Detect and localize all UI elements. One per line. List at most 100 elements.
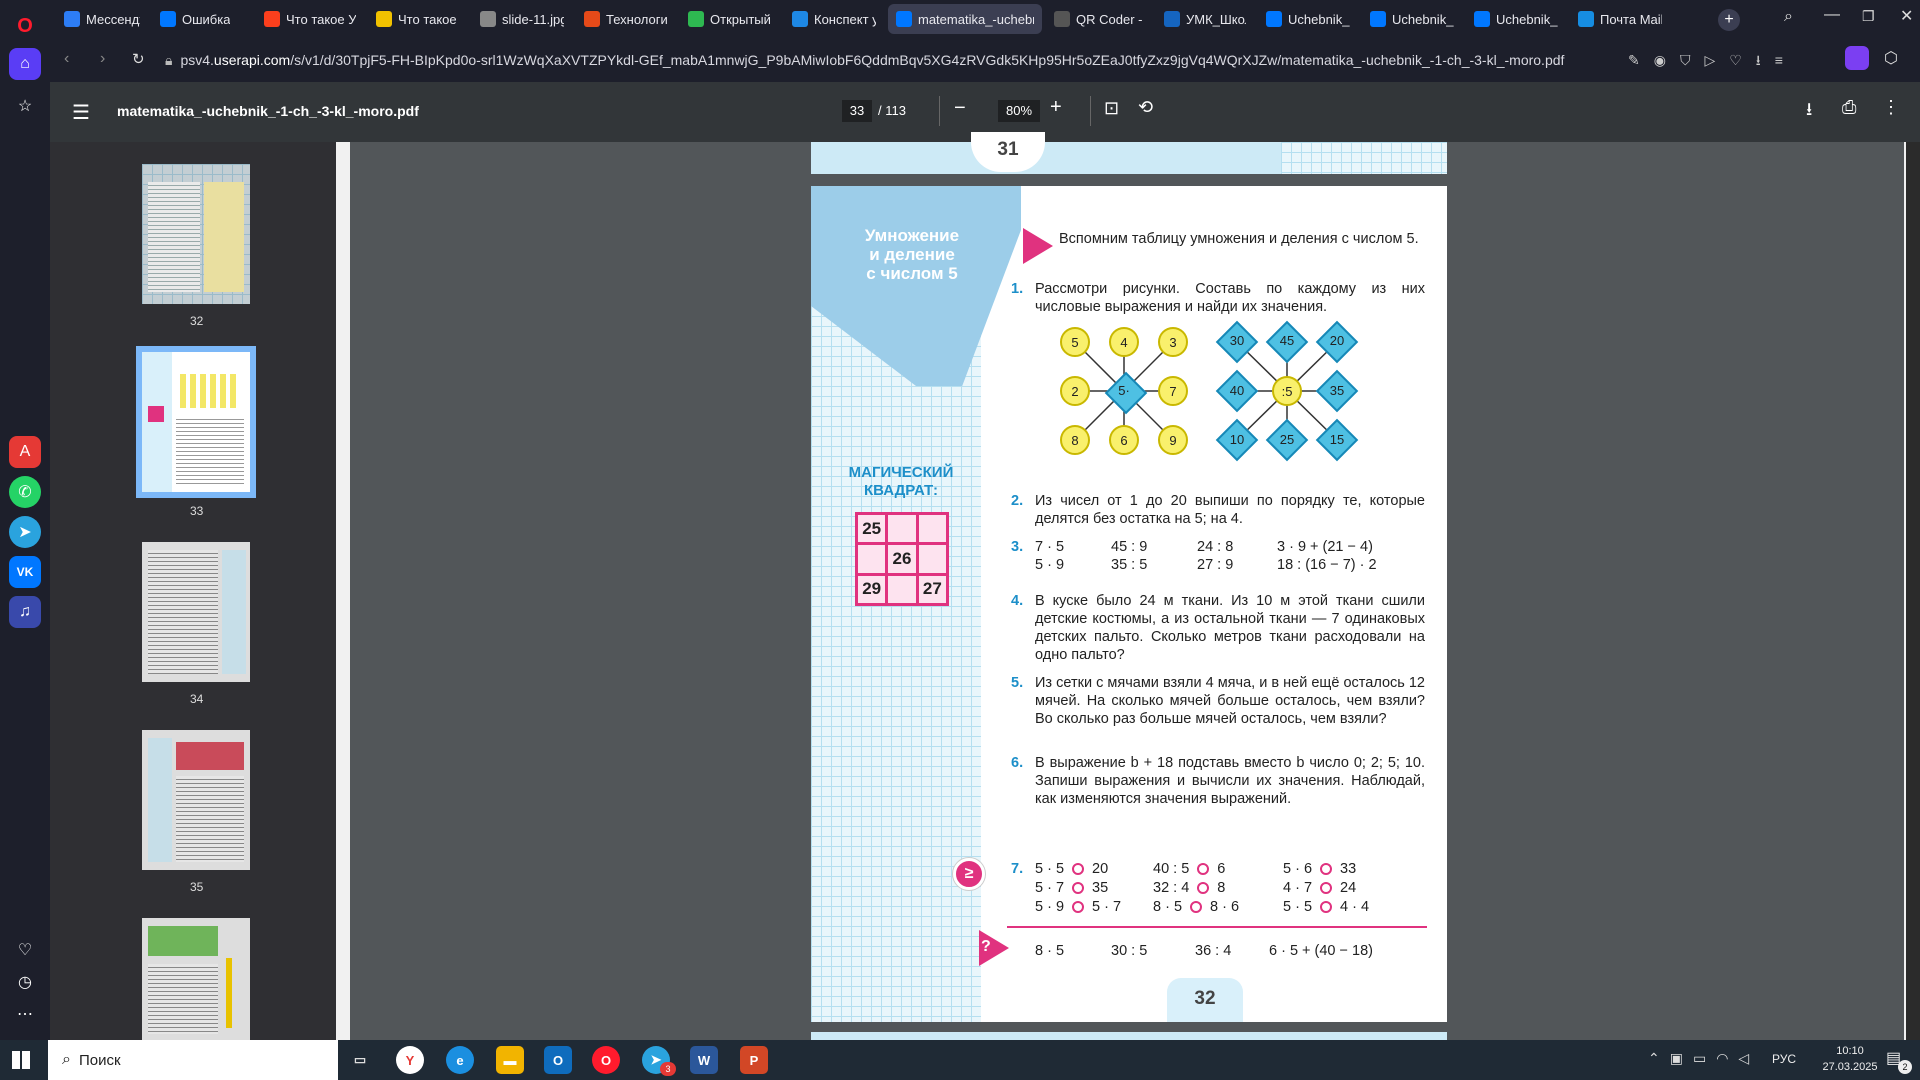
telegram-icon[interactable]: ➤ bbox=[9, 516, 41, 548]
outlook-icon[interactable]: O bbox=[544, 1046, 572, 1074]
url-prefix: psv4. bbox=[180, 52, 214, 68]
whatsapp-icon[interactable]: ✆ bbox=[9, 476, 41, 508]
task-number: 6. bbox=[1011, 755, 1024, 771]
rotate-icon[interactable]: ⟲ bbox=[1138, 97, 1153, 118]
close-window-button[interactable]: ✕ bbox=[1900, 6, 1913, 26]
thumbnail-page-32[interactable] bbox=[142, 164, 250, 304]
minimize-button[interactable]: — bbox=[1824, 6, 1840, 24]
zoom-out-button[interactable]: − bbox=[954, 97, 966, 120]
opera-logo-icon[interactable]: O bbox=[9, 10, 41, 42]
task-view-icon[interactable]: ▭ bbox=[346, 1046, 374, 1074]
shield-icon[interactable]: ⛉ bbox=[1680, 52, 1705, 68]
browser-tab[interactable]: Uchebnik_Mat bbox=[1362, 4, 1462, 34]
browser-tab[interactable]: Uchebnik_Mat bbox=[1258, 4, 1358, 34]
windows-start-icon[interactable] bbox=[12, 1051, 30, 1069]
browser-tab[interactable]: matematika_-uchebnik_ bbox=[888, 4, 1042, 34]
comparison-circle bbox=[1190, 901, 1203, 914]
diamond-label: 40 bbox=[1229, 383, 1245, 398]
home-icon[interactable]: ⌂ bbox=[9, 48, 41, 80]
aria-icon[interactable]: A bbox=[9, 436, 41, 468]
thumbnail-page-33[interactable] bbox=[136, 346, 256, 498]
diagram-center-circle: :5 bbox=[1272, 376, 1302, 406]
edit-icon[interactable]: ✎ bbox=[1628, 52, 1654, 68]
zoom-in-button[interactable]: + bbox=[1050, 96, 1062, 119]
speed-dial-icon[interactable]: ☆ bbox=[9, 90, 41, 122]
messenger-icon bbox=[64, 11, 80, 27]
chevron-up-icon[interactable]: ⌃ bbox=[1648, 1050, 1670, 1066]
pdf-content-area[interactable]: 31 Умножение и деление с числом 5 МАГИЧЕ… bbox=[336, 132, 1906, 1040]
magic-square-cell: 27 bbox=[918, 575, 946, 603]
browser-tab[interactable]: Открытый уро bbox=[680, 4, 780, 34]
fit-page-icon[interactable]: ⊡ bbox=[1104, 98, 1119, 119]
taskbar-search[interactable]: ⌕ Поиск bbox=[48, 1040, 338, 1080]
battery-icon[interactable]: ▭ bbox=[1693, 1050, 1716, 1066]
restore-button[interactable]: ❐ bbox=[1862, 8, 1875, 25]
task-number: 4. bbox=[1011, 593, 1024, 609]
camera-icon[interactable]: ◉ bbox=[1654, 52, 1680, 68]
forward-icon[interactable]: › bbox=[100, 50, 105, 68]
comparison-row: 5 · 7 35 bbox=[1035, 879, 1121, 898]
zoom-input[interactable]: 80% bbox=[998, 100, 1040, 122]
browser-tab[interactable]: Мессенджер bbox=[56, 4, 148, 34]
search-tabs-icon[interactable]: ⌕ bbox=[1784, 8, 1793, 26]
music-icon[interactable]: ♫ bbox=[9, 596, 41, 628]
browser-tab[interactable]: Uchebnik_Mat bbox=[1466, 4, 1566, 34]
download-icon[interactable]: ⭳ bbox=[1756, 52, 1775, 68]
browser-tab[interactable]: Конспект уро bbox=[784, 4, 884, 34]
send-icon[interactable]: ▷ bbox=[1704, 52, 1729, 68]
volume-icon[interactable]: ◁ bbox=[1738, 1050, 1759, 1066]
right-expr: 4 · 4 bbox=[1340, 899, 1370, 915]
edge-icon[interactable]: e bbox=[446, 1046, 474, 1074]
vk-icon[interactable]: VK bbox=[9, 556, 41, 588]
browser-tab[interactable]: Что такое Ум bbox=[256, 4, 364, 34]
comparison-row: 5 · 9 5 · 7 bbox=[1035, 898, 1121, 917]
thumbnail-page-35[interactable] bbox=[142, 730, 250, 870]
heart-icon[interactable]: ♡ bbox=[1729, 52, 1756, 68]
yandex-browser-icon[interactable]: Y bbox=[396, 1046, 424, 1074]
scrollbar-track[interactable] bbox=[1906, 142, 1920, 1040]
history-clock-icon[interactable]: ◷ bbox=[9, 966, 41, 998]
word-icon[interactable]: W bbox=[690, 1046, 718, 1074]
comparison-circle bbox=[1320, 882, 1333, 895]
browser-tab[interactable]: QR Coder - Ге bbox=[1046, 4, 1152, 34]
profile-avatar[interactable] bbox=[1845, 46, 1869, 70]
clock[interactable]: 10:10 27.03.2025 bbox=[1818, 1043, 1882, 1075]
thumbnail-page-36[interactable] bbox=[142, 918, 250, 1040]
scrollbar-left[interactable] bbox=[336, 142, 350, 1040]
browser-tab[interactable]: Технологичес bbox=[576, 4, 676, 34]
wifi-icon[interactable]: ◠ bbox=[1716, 1050, 1738, 1066]
reload-icon[interactable]: ↻ bbox=[132, 50, 145, 68]
file-explorer-icon[interactable]: ▬ bbox=[496, 1046, 524, 1074]
powerpoint-icon[interactable]: P bbox=[740, 1046, 768, 1074]
clock-time: 10:10 bbox=[1836, 1045, 1864, 1057]
right-expr: 24 bbox=[1340, 880, 1357, 896]
camera-tray-icon[interactable]: ▣ bbox=[1670, 1050, 1693, 1066]
opera-icon[interactable]: O bbox=[592, 1046, 620, 1074]
language-indicator[interactable]: РУС bbox=[1772, 1052, 1796, 1066]
browser-tab[interactable]: Что такое Ум bbox=[368, 4, 468, 34]
thumbnail-page-34[interactable] bbox=[142, 542, 250, 682]
right-expr: 6 bbox=[1217, 861, 1226, 877]
page-number-input[interactable]: 33 bbox=[842, 100, 872, 122]
more-dots-icon[interactable]: ⋯ bbox=[9, 998, 41, 1030]
new-tab-button[interactable]: + bbox=[1718, 9, 1740, 31]
magic-square-cell bbox=[918, 545, 946, 573]
comparison-circle bbox=[1072, 901, 1085, 914]
back-icon[interactable]: ‹ bbox=[64, 50, 69, 68]
tab-label: Что такое Ум bbox=[286, 11, 356, 27]
browser-tab[interactable]: Почта Mail bbox=[1570, 4, 1670, 34]
download-pdf-icon[interactable]: ⭳ bbox=[1806, 97, 1812, 127]
more-options-icon[interactable]: ⋮ bbox=[1882, 97, 1900, 118]
browser-tab[interactable]: Ошибка bbox=[152, 4, 252, 34]
browser-tab[interactable]: УМК_Школ bbox=[1156, 4, 1254, 34]
left-expr: 5 · 7 bbox=[1035, 880, 1065, 896]
print-icon[interactable]: ⎙ bbox=[1842, 97, 1856, 118]
umk-icon bbox=[1164, 11, 1180, 27]
browser-tab[interactable]: slide-11.jpg (1 bbox=[472, 4, 572, 34]
hamburger-menu-icon[interactable]: ☰ bbox=[72, 100, 90, 125]
previous-page-bottom: 31 bbox=[811, 132, 1447, 174]
url-field[interactable]: 🔒︎ psv4. userapi.com/s/v1/d/30TpjF5-FH-BI… bbox=[165, 44, 1705, 76]
menu-icon[interactable]: ≡ bbox=[1775, 52, 1797, 68]
favorites-heart-icon[interactable]: ♡ bbox=[9, 934, 41, 966]
extensions-icon[interactable]: ⬡ bbox=[1884, 48, 1898, 68]
